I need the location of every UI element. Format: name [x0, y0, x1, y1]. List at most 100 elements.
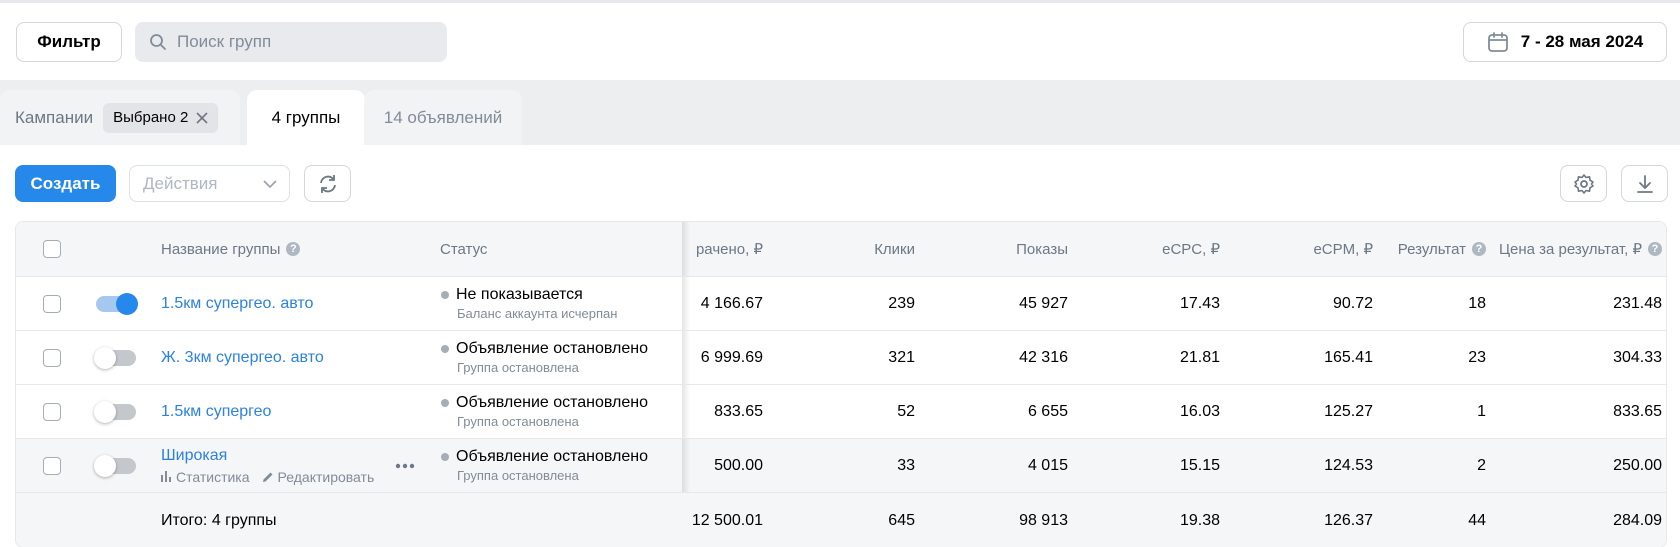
cell-impressions: 42 316 — [1019, 348, 1068, 366]
help-icon[interactable]: ? — [1472, 242, 1486, 256]
edit-link[interactable]: Редактировать — [262, 468, 375, 485]
row-frozen: 1.5км супергео. авто Не показывается Бал… — [16, 277, 690, 330]
frozen-divider — [682, 331, 690, 384]
status-main: Объявление остановлено — [441, 448, 648, 466]
help-icon[interactable]: ? — [286, 242, 301, 256]
row-toggle[interactable] — [96, 292, 138, 315]
filter-button[interactable]: Фильтр — [16, 22, 122, 62]
close-icon[interactable] — [196, 111, 208, 124]
cell-impressions: 6 655 — [1027, 402, 1068, 420]
cell-clicks: 52 — [897, 402, 915, 420]
row-checkbox[interactable] — [43, 294, 61, 313]
row-checkbox[interactable] — [43, 402, 61, 421]
date-range-button[interactable]: 7 - 28 мая 2024 — [1463, 22, 1667, 62]
edit-link-label: Редактировать — [277, 468, 375, 485]
header-clicks[interactable]: Клики — [776, 222, 915, 276]
status-text: Объявление остановлено — [456, 448, 649, 465]
total-label: Итого: 4 группы — [161, 512, 277, 529]
row-toggle[interactable] — [94, 454, 136, 477]
header-ecpm[interactable]: eCPM, ₽ — [1226, 222, 1373, 276]
actions-select[interactable]: Действия — [129, 165, 290, 202]
frozen-divider — [682, 222, 690, 276]
row-toggle[interactable] — [94, 346, 136, 369]
status-cell: Объявление остановлено Группа остановлен… — [441, 439, 648, 492]
cell-clicks: 321 — [888, 348, 915, 366]
chevron-down-icon — [263, 179, 277, 188]
settings-button[interactable] — [1560, 165, 1607, 202]
download-icon — [1636, 174, 1653, 193]
status-subtext: Группа остановлена — [457, 468, 579, 483]
group-name-link[interactable]: 1.5км супергео — [161, 385, 271, 438]
header-price[interactable]: Цена за результат, ₽ ? — [1496, 222, 1662, 276]
cell-result: 18 — [1468, 294, 1486, 312]
cell-ecpc: 15.15 — [1179, 456, 1220, 474]
cell-price: 231.48 — [1613, 294, 1662, 312]
cell-clicks: 239 — [888, 294, 915, 312]
selection-chip: Выбрано 2 — [103, 102, 219, 133]
refresh-icon — [319, 174, 336, 193]
cell-clicks: 33 — [897, 456, 915, 474]
select-all-checkbox[interactable] — [43, 240, 61, 258]
status-dot — [441, 345, 449, 353]
search-box[interactable] — [135, 22, 447, 62]
header-ecpc[interactable]: eCPC, ₽ — [1076, 222, 1220, 276]
row-toggle-cell — [94, 385, 136, 438]
status-main: Объявление остановлено — [441, 340, 648, 358]
toggle-knob — [94, 454, 116, 477]
groups-table: рачено, ₽ Клики Показы eCPC, ₽ eCPM, ₽ Р… — [15, 221, 1667, 547]
header-result[interactable]: Результат ? — [1376, 222, 1486, 276]
cell-ecpm: 90.72 — [1332, 294, 1373, 312]
stats-link[interactable]: Статистика — [161, 469, 250, 485]
create-button[interactable]: Создать — [15, 165, 116, 202]
refresh-button[interactable] — [304, 165, 351, 202]
tab-ads[interactable]: 14 объявлений — [364, 90, 522, 145]
total-ecpm: 126.37 — [1324, 512, 1373, 529]
download-button[interactable] — [1621, 165, 1668, 202]
help-icon[interactable]: ? — [1648, 242, 1662, 256]
row-frozen: 1.5км супергео Объявление остановлено Гр… — [16, 385, 690, 438]
gear-icon — [1573, 173, 1594, 194]
row-checkbox[interactable] — [43, 456, 61, 475]
frozen-divider — [682, 439, 690, 492]
header-impressions[interactable]: Показы — [926, 222, 1068, 276]
group-name-link[interactable]: 1.5км супергео. авто — [161, 277, 313, 330]
status-text: Объявление остановлено — [456, 394, 649, 411]
table-header: рачено, ₽ Клики Показы eCPC, ₽ eCPM, ₽ Р… — [16, 222, 1666, 277]
cell-ecpm: 125.27 — [1324, 402, 1373, 420]
pencil-icon — [262, 472, 273, 482]
status-main: Не показывается — [441, 286, 583, 304]
header-status[interactable]: Статус — [440, 222, 487, 276]
row-toggle[interactable] — [94, 400, 136, 423]
actions-select-label: Действия — [143, 173, 218, 193]
row-checkbox[interactable] — [43, 348, 61, 367]
total-frozen: Итого: 4 группы — [16, 493, 683, 547]
header-checkbox-cell — [43, 222, 61, 276]
status-text: Объявление остановлено — [456, 340, 649, 357]
status-dot — [441, 453, 449, 461]
frozen-divider — [682, 385, 690, 438]
header-name[interactable]: Название группы ? — [161, 222, 301, 276]
row-checkbox-cell — [43, 385, 61, 438]
group-name-link[interactable]: Широкая — [161, 447, 227, 465]
status-cell: Не показывается Баланс аккаунта исчерпан — [441, 277, 617, 330]
cell-ecpc: 16.03 — [1179, 402, 1220, 420]
more-button[interactable] — [395, 439, 415, 492]
row-checkbox-cell — [43, 439, 61, 492]
total-impressions: 98 913 — [1019, 512, 1068, 529]
tab-campaigns[interactable]: Кампании Выбрано 2 — [0, 90, 240, 145]
cell-result: 2 — [1477, 456, 1486, 474]
header-price-label: Цена за результат, ₽ — [1498, 241, 1642, 258]
group-name-link[interactable]: Ж. 3км супергео. авто — [161, 331, 324, 384]
selection-chip-label: Выбрано 2 — [113, 109, 189, 126]
status-subtext: Группа остановлена — [457, 414, 579, 429]
more-icon — [395, 463, 415, 468]
cell-ecpm: 165.41 — [1324, 348, 1373, 366]
search-input[interactable] — [177, 32, 437, 52]
cell-price: 833.65 — [1613, 402, 1662, 420]
calendar-icon — [1487, 32, 1508, 52]
row-toggle-cell — [96, 277, 138, 330]
toggle-knob — [94, 346, 116, 369]
status-subtext: Группа остановлена — [457, 360, 579, 375]
tab-groups[interactable]: 4 группы — [247, 90, 365, 145]
table-row: 4 166.67 239 45 927 17.43 90.72 18 231.4… — [16, 277, 1666, 331]
